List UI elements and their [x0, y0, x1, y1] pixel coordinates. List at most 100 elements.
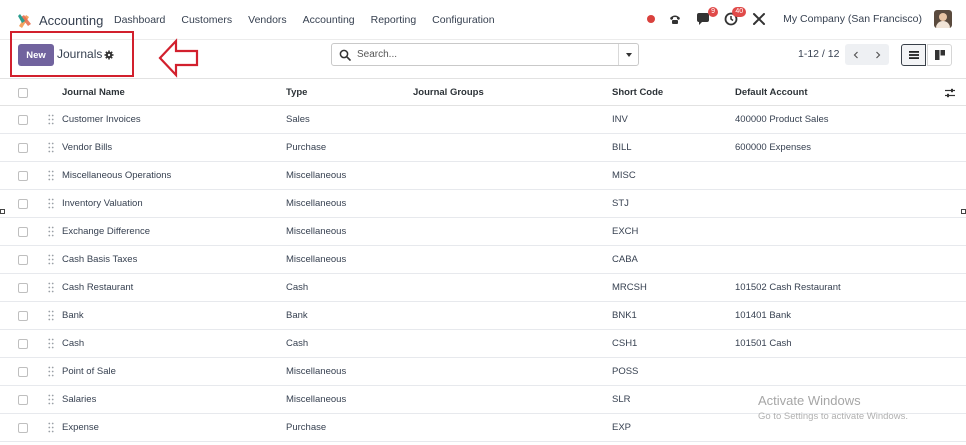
- chat-badge: 9: [708, 7, 719, 17]
- row-checkbox[interactable]: [18, 339, 28, 349]
- cell-journal-name: Salaries: [62, 394, 97, 405]
- cell-journal-name: Exchange Difference: [62, 226, 151, 237]
- cell-short-code: EXCH: [612, 226, 639, 237]
- drag-handle-icon[interactable]: [48, 422, 54, 433]
- cell-type: Miscellaneous: [286, 394, 347, 405]
- drag-handle-icon[interactable]: [48, 170, 54, 181]
- user-avatar[interactable]: [934, 10, 952, 28]
- menu-customers[interactable]: Customers: [181, 14, 232, 26]
- page-title: Journals: [57, 47, 103, 61]
- chevron-left-icon: [853, 51, 858, 58]
- cell-type: Purchase: [286, 142, 327, 153]
- table-row[interactable]: Cash Restaurant Cash MRCSH 101502 Cash R…: [0, 274, 966, 302]
- drag-handle-icon[interactable]: [48, 310, 54, 321]
- drag-handle-icon[interactable]: [48, 254, 54, 265]
- column-header-journal-groups[interactable]: Journal Groups: [413, 87, 484, 98]
- new-button[interactable]: New: [18, 44, 54, 66]
- menu-vendors[interactable]: Vendors: [248, 14, 287, 26]
- drag-handle-icon[interactable]: [48, 226, 54, 237]
- kanban-view-icon: [934, 50, 945, 60]
- accounting-app-icon[interactable]: [17, 12, 33, 28]
- table-row[interactable]: Bank Bank BNK1 101401 Bank: [0, 302, 966, 330]
- row-checkbox[interactable]: [18, 311, 28, 321]
- menu-dashboard[interactable]: Dashboard: [114, 14, 165, 26]
- cell-type: Miscellaneous: [286, 170, 347, 181]
- resize-handle-left[interactable]: [0, 209, 5, 214]
- cell-type: Cash: [286, 282, 309, 293]
- cell-journal-name: Expense: [62, 422, 99, 433]
- table-row[interactable]: Inventory Valuation Miscellaneous STJ: [0, 190, 966, 218]
- pager-value[interactable]: 1-12 / 12: [798, 48, 839, 60]
- chevron-right-icon: [876, 51, 881, 58]
- pager-previous-button[interactable]: [845, 44, 867, 65]
- gear-icon[interactable]: [104, 50, 114, 60]
- cell-type: Cash: [286, 338, 309, 349]
- drag-handle-icon[interactable]: [48, 282, 54, 293]
- select-all-checkbox[interactable]: [18, 88, 28, 98]
- row-checkbox[interactable]: [18, 283, 28, 293]
- cell-default-account: 101501 Cash: [735, 338, 792, 349]
- pager-next-button[interactable]: [867, 44, 889, 65]
- resize-handle-right[interactable]: [961, 209, 966, 214]
- row-checkbox[interactable]: [18, 423, 28, 433]
- top-navbar: Accounting Dashboard Customers Vendors A…: [0, 0, 966, 40]
- cell-journal-name: Cash: [62, 338, 85, 349]
- optional-columns-sliders-icon[interactable]: [944, 87, 956, 99]
- drag-handle-icon[interactable]: [48, 394, 54, 405]
- cell-type: Miscellaneous: [286, 366, 347, 377]
- recording-indicator-icon[interactable]: [647, 15, 656, 23]
- drag-handle-icon[interactable]: [48, 142, 54, 153]
- cell-type: Sales: [286, 114, 310, 125]
- chat-icon[interactable]: 9: [695, 7, 719, 27]
- column-header-default-account[interactable]: Default Account: [735, 87, 807, 98]
- app-name[interactable]: Accounting: [39, 13, 103, 28]
- cell-journal-name: Miscellaneous Operations: [62, 170, 172, 181]
- list-view-icon: [908, 51, 919, 59]
- activity-clock-icon[interactable]: 40: [723, 7, 747, 27]
- activity-badge: 40: [732, 7, 747, 17]
- table-row[interactable]: Point of Sale Miscellaneous POSS: [0, 358, 966, 386]
- row-checkbox[interactable]: [18, 143, 28, 153]
- row-checkbox[interactable]: [18, 395, 28, 405]
- table-row[interactable]: Exchange Difference Miscellaneous EXCH: [0, 218, 966, 246]
- company-switcher[interactable]: My Company (San Francisco): [783, 13, 922, 25]
- table-row[interactable]: Vendor Bills Purchase BILL 600000 Expens…: [0, 134, 966, 162]
- search-options-toggle[interactable]: [618, 44, 638, 65]
- column-header-short-code[interactable]: Short Code: [612, 87, 663, 98]
- column-header-journal-name[interactable]: Journal Name: [62, 87, 125, 98]
- cell-default-account: 101401 Bank: [735, 310, 791, 321]
- drag-handle-icon[interactable]: [48, 198, 54, 209]
- table-row[interactable]: Cash Cash CSH1 101501 Cash: [0, 330, 966, 358]
- cell-journal-name: Bank: [62, 310, 84, 321]
- cell-short-code: EXP: [612, 422, 632, 433]
- drag-handle-icon[interactable]: [48, 338, 54, 349]
- menu-accounting[interactable]: Accounting: [303, 14, 355, 26]
- row-checkbox[interactable]: [18, 115, 28, 125]
- cell-default-account: 600000 Expenses: [735, 142, 812, 153]
- menu-reporting[interactable]: Reporting: [371, 14, 417, 26]
- journals-list: Journal Name Type Journal Groups Short C…: [0, 78, 966, 442]
- row-checkbox[interactable]: [18, 367, 28, 377]
- menu-configuration[interactable]: Configuration: [432, 14, 494, 26]
- cell-type: Miscellaneous: [286, 254, 347, 265]
- row-checkbox[interactable]: [18, 199, 28, 209]
- cell-journal-name: Customer Invoices: [62, 114, 141, 125]
- cell-short-code: POSS: [612, 366, 639, 377]
- kanban-view-button[interactable]: [927, 44, 952, 66]
- row-checkbox[interactable]: [18, 255, 28, 265]
- phone-icon[interactable]: [667, 11, 683, 27]
- tools-icon[interactable]: [751, 11, 767, 27]
- search-icon: [339, 49, 351, 61]
- windows-activation-watermark-subtitle: Go to Settings to activate Windows.: [758, 411, 908, 422]
- drag-handle-icon[interactable]: [48, 114, 54, 125]
- table-row[interactable]: Customer Invoices Sales INV 400000 Produ…: [0, 106, 966, 134]
- row-checkbox[interactable]: [18, 227, 28, 237]
- column-header-type[interactable]: Type: [286, 87, 307, 98]
- windows-activation-watermark-title: Activate Windows: [758, 393, 861, 408]
- table-row[interactable]: Miscellaneous Operations Miscellaneous M…: [0, 162, 966, 190]
- drag-handle-icon[interactable]: [48, 366, 54, 377]
- search-input[interactable]: [357, 49, 618, 60]
- table-row[interactable]: Cash Basis Taxes Miscellaneous CABA: [0, 246, 966, 274]
- list-view-button[interactable]: [901, 44, 926, 66]
- row-checkbox[interactable]: [18, 171, 28, 181]
